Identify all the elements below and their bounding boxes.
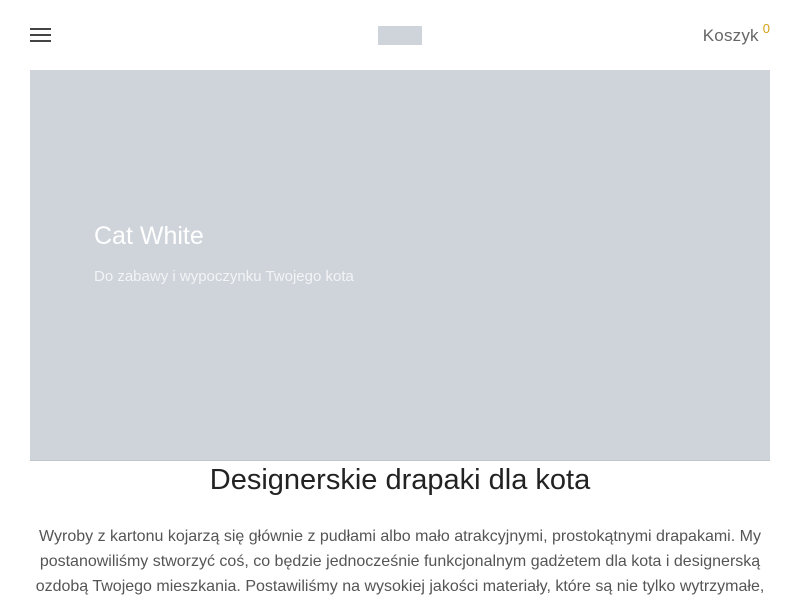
hero-banner[interactable]: Cat White Do zabawy i wypoczynku Twojego… — [30, 70, 770, 461]
cart-label: Koszyk — [702, 26, 759, 45]
section-title: Designerskie drapaki dla kota — [209, 464, 591, 496]
hamburger-menu-icon[interactable] — [30, 27, 52, 45]
hero-subtitle: Do zabawy i wypoczynku Twojego kota — [94, 268, 354, 285]
cart-count-badge: 0 — [762, 21, 770, 36]
menu-line — [30, 28, 51, 30]
cart-link[interactable]: Koszyk 0 — [703, 20, 770, 50]
menu-line — [30, 34, 51, 36]
site-header: Koszyk 0 — [0, 0, 800, 70]
hero-title: Cat White — [94, 222, 204, 250]
section-body: Wyroby z kartonu kojarzą się głównie z p… — [35, 528, 765, 595]
menu-line — [30, 40, 51, 42]
site-logo[interactable] — [378, 26, 422, 45]
